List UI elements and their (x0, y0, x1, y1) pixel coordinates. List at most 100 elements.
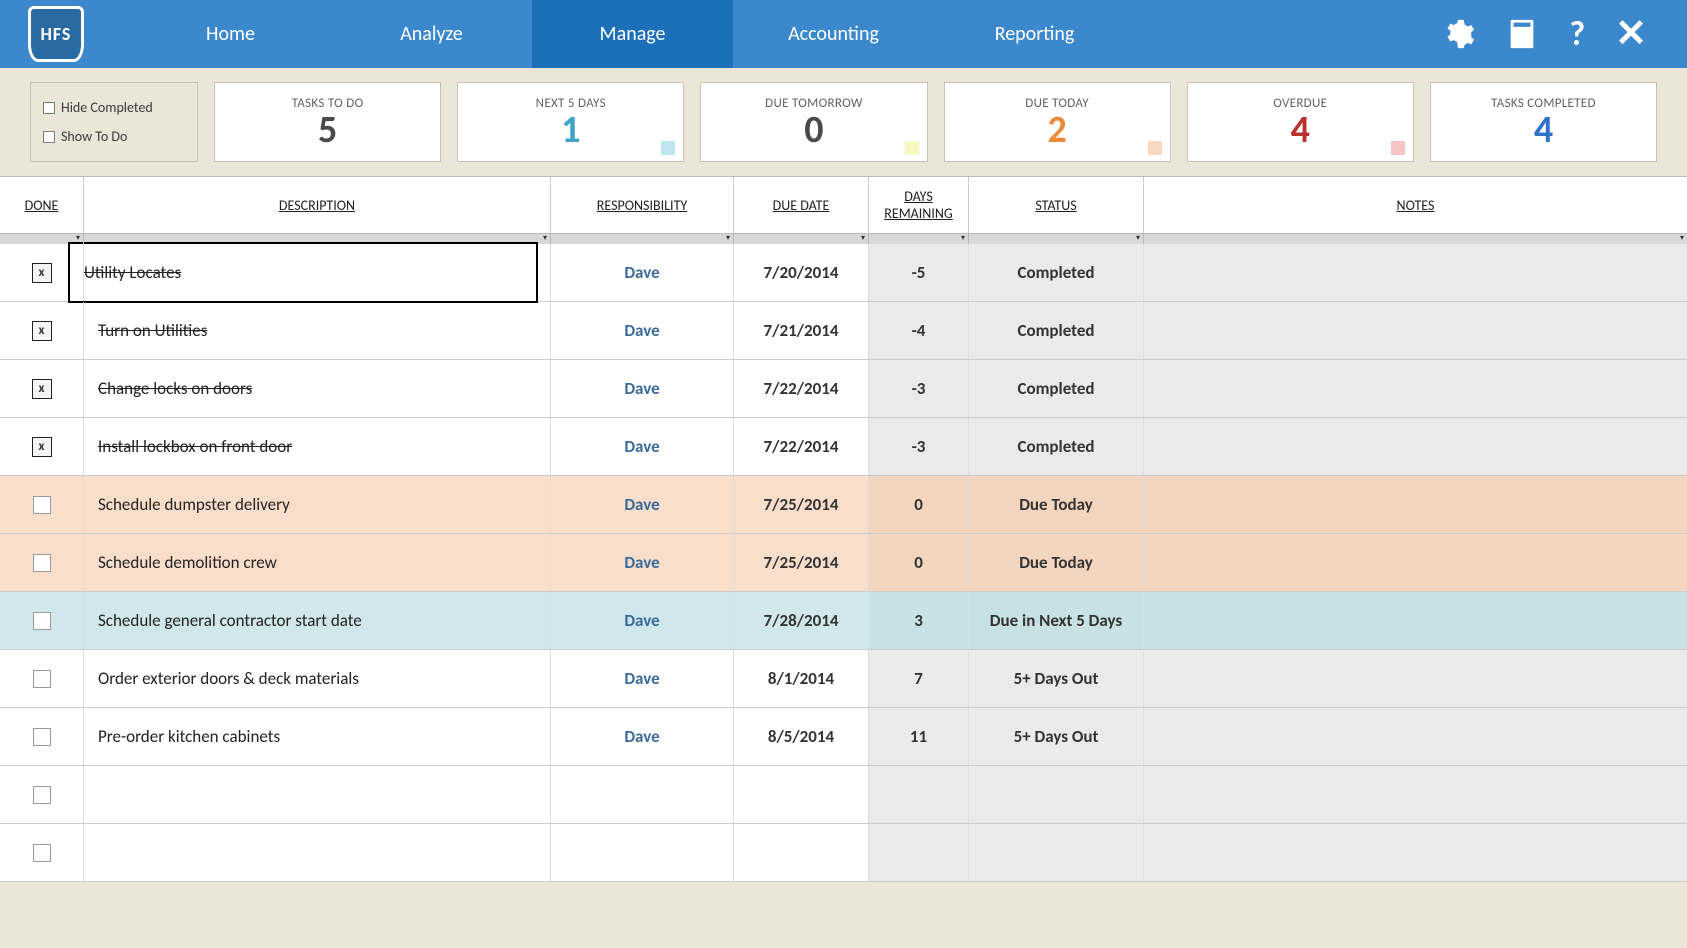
table-row: Schedule general contractor start date Da… (0, 592, 1687, 650)
nav-analyze[interactable]: Analyze (331, 0, 532, 68)
filter-desc[interactable] (84, 234, 551, 244)
cell-description[interactable]: Schedule general contractor start date (84, 592, 551, 649)
nav-accounting[interactable]: Accounting (733, 0, 934, 68)
cell-description[interactable]: Schedule dumpster delivery (84, 476, 551, 533)
cell-notes[interactable] (1144, 302, 1687, 359)
nav-home[interactable]: Home (130, 0, 331, 68)
cell-done[interactable] (0, 476, 84, 533)
close-icon[interactable]: ✕ (1615, 11, 1647, 57)
cell-due-date[interactable]: 7/20/2014 (734, 244, 869, 301)
cell-notes[interactable] (1144, 592, 1687, 649)
filter-resp[interactable] (551, 234, 734, 244)
cell-responsibility[interactable]: Dave (551, 418, 734, 475)
header-description[interactable]: DESCRIPTION (84, 177, 551, 233)
filter-status[interactable] (969, 234, 1144, 244)
cell-done[interactable]: x (0, 418, 84, 475)
description-text: Schedule general contractor start date (98, 610, 362, 631)
header-done[interactable]: DONE (0, 177, 84, 233)
cell-description[interactable] (84, 766, 551, 823)
cell-due-date[interactable]: 7/22/2014 (734, 418, 869, 475)
help-icon[interactable]: ? (1569, 14, 1585, 55)
cell-days-remaining: 0 (869, 534, 969, 591)
stat-card-tasks-completed[interactable]: TASKS COMPLETED4 (1430, 82, 1657, 162)
table-row: xUtility LocatesDave7/20/2014-5Completed (0, 244, 1687, 302)
cell-description[interactable]: Install lockbox on front door (84, 418, 551, 475)
cell-responsibility[interactable]: Dave (551, 360, 734, 417)
header-due-date[interactable]: DUE DATE (734, 177, 869, 233)
table-row: Schedule demolition crewDave7/25/20140Du… (0, 534, 1687, 592)
cell-done[interactable] (0, 708, 84, 765)
show-todo-checkbox[interactable]: Show To Do (43, 128, 185, 145)
cell-due-date[interactable]: 8/5/2014 (734, 708, 869, 765)
nav-manage[interactable]: Manage (532, 0, 733, 68)
calculator-icon[interactable] (1505, 17, 1539, 51)
cell-notes[interactable] (1144, 244, 1687, 301)
header-notes[interactable]: NOTES (1144, 177, 1687, 233)
filter-due[interactable] (734, 234, 869, 244)
cell-responsibility[interactable]: Dave (551, 650, 734, 707)
cell-description[interactable]: Pre-order kitchen cabinets (84, 708, 551, 765)
header-responsibility[interactable]: RESPONSIBILITY (551, 177, 734, 233)
nav-reporting[interactable]: Reporting (934, 0, 1135, 68)
done-mark-icon: x (32, 379, 52, 399)
cell-done[interactable] (0, 592, 84, 649)
stat-card-overdue[interactable]: OVERDUE4 (1187, 82, 1414, 162)
cell-done[interactable] (0, 534, 84, 591)
header-status[interactable]: STATUS (969, 177, 1144, 233)
stat-card-due-today[interactable]: DUE TODAY2 (944, 82, 1171, 162)
cell-notes[interactable] (1144, 476, 1687, 533)
logo-shield[interactable]: HFS (28, 6, 84, 62)
cell-due-date[interactable]: 7/25/2014 (734, 476, 869, 533)
description-text: Order exterior doors & deck materials (98, 668, 359, 689)
cell-description[interactable]: Schedule demolition crew (84, 534, 551, 591)
stat-card-next-5-days[interactable]: NEXT 5 DAYS1 (457, 82, 684, 162)
cell-description[interactable]: Utility Locates (84, 244, 551, 301)
cell-done[interactable]: x (0, 302, 84, 359)
cell-responsibility[interactable] (551, 766, 734, 823)
cell-responsibility[interactable]: Dave (551, 302, 734, 359)
stat-card-tasks-to-do[interactable]: TASKS TO DO5 (214, 82, 441, 162)
cell-notes[interactable] (1144, 708, 1687, 765)
cell-description[interactable]: Turn on Utilities (84, 302, 551, 359)
header-days-remaining[interactable]: DAYS REMAINING (869, 177, 969, 233)
cell-description[interactable]: Order exterior doors & deck materials (84, 650, 551, 707)
cell-due-date[interactable]: 7/21/2014 (734, 302, 869, 359)
cell-description[interactable] (84, 824, 551, 881)
cell-due-date[interactable]: 8/1/2014 (734, 650, 869, 707)
cell-due-date[interactable]: 7/25/2014 (734, 534, 869, 591)
cell-notes[interactable] (1144, 360, 1687, 417)
cell-notes[interactable] (1144, 534, 1687, 591)
cell-done[interactable] (0, 766, 84, 823)
cell-done[interactable] (0, 824, 84, 881)
cell-responsibility[interactable] (551, 824, 734, 881)
cell-due-date[interactable] (734, 766, 869, 823)
cell-responsibility[interactable]: Dave (551, 476, 734, 533)
cell-notes[interactable] (1144, 650, 1687, 707)
cell-responsibility[interactable]: Dave (551, 244, 734, 301)
gear-icon[interactable] (1441, 17, 1475, 51)
cell-due-date[interactable] (734, 824, 869, 881)
table-row (0, 766, 1687, 824)
hide-completed-checkbox[interactable]: Hide Completed (43, 99, 185, 116)
cell-responsibility[interactable]: Dave (551, 534, 734, 591)
cell-responsibility[interactable]: Dave (551, 592, 734, 649)
cell-due-date[interactable]: 7/22/2014 (734, 360, 869, 417)
cell-done[interactable]: x (0, 360, 84, 417)
cell-done[interactable] (0, 650, 84, 707)
filter-done[interactable] (0, 234, 84, 244)
cell-notes[interactable] (1144, 418, 1687, 475)
cell-days-remaining: 7 (869, 650, 969, 707)
done-mark-icon: x (32, 437, 52, 457)
cell-notes[interactable] (1144, 766, 1687, 823)
cell-due-date[interactable]: 7/28/2014 (734, 592, 869, 649)
table-row: xChange locks on doorsDave7/22/2014-3Com… (0, 360, 1687, 418)
cell-notes[interactable] (1144, 824, 1687, 881)
filter-notes[interactable] (1144, 234, 1687, 244)
cell-status (969, 766, 1144, 823)
checkbox-icon (43, 102, 55, 114)
stat-card-due-tomorrow[interactable]: DUE TOMORROW0 (700, 82, 927, 162)
cell-responsibility[interactable]: Dave (551, 708, 734, 765)
logo-container: HFS (0, 0, 130, 68)
filter-days[interactable] (869, 234, 969, 244)
cell-description[interactable]: Change locks on doors (84, 360, 551, 417)
